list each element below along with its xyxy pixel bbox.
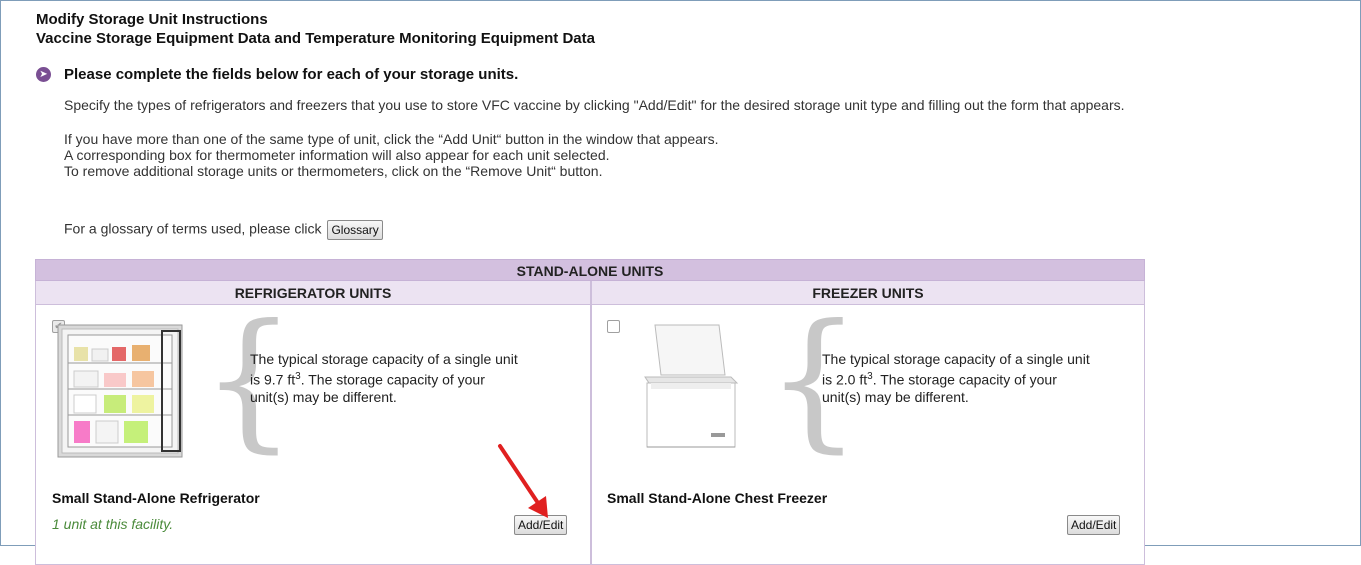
refrigerator-units-header: REFRIGERATOR UNITS [35,281,591,305]
page-subtitle: Vaccine Storage Equipment Data and Tempe… [36,30,595,47]
freezer-checkbox[interactable] [607,320,620,333]
arrow-right-circle-icon: ➤ [36,67,51,82]
page-title: Modify Storage Unit Instructions [36,11,268,28]
stand-alone-units-header: STAND-ALONE UNITS [35,259,1145,281]
freezer-capacity-text: The typical storage capacity of a single… [822,351,1090,405]
instructions-block: If you have more than one of the same ty… [64,131,719,179]
freezer-units-header: FREEZER UNITS [591,281,1145,305]
freezer-unit-name: Small Stand-Alone Chest Freezer [607,490,828,506]
freezer-add-edit-button[interactable]: Add/Edit [1067,515,1121,535]
glossary-row: For a glossary of terms used, please cli… [64,220,383,240]
instructions-heading: Please complete the fields below for eac… [64,66,519,83]
stand-alone-units-table: STAND-ALONE UNITS REFRIGERATOR UNITS FRE… [35,259,1145,565]
red-annotation-arrow-icon [498,444,548,518]
freezer-image [644,324,739,448]
glossary-prompt: For a glossary of terms used, please cli… [64,220,322,237]
refrigerator-unit-name: Small Stand-Alone Refrigerator [52,490,260,506]
refrigerator-unit-count: 1 unit at this facility. [52,516,174,532]
instructions-line-2: A corresponding box for thermometer info… [64,147,610,163]
instructions-line-1: If you have more than one of the same ty… [64,131,719,147]
refrigerator-image [57,324,183,458]
refrigerator-unit-cell: ✔ { The typical storage capacity [35,305,591,565]
specify-text: Specify the types of refrigerators and f… [64,97,1125,113]
refrigerator-capacity-text: The typical storage capacity of a single… [250,351,518,405]
instructions-heading-row: ➤ Please complete the fields below for e… [36,66,518,83]
instructions-line-3: To remove additional storage units or th… [64,163,603,179]
freezer-unit-cell: { The typical storage capacity of a sing… [591,305,1145,565]
glossary-button[interactable]: Glossary [327,220,383,240]
